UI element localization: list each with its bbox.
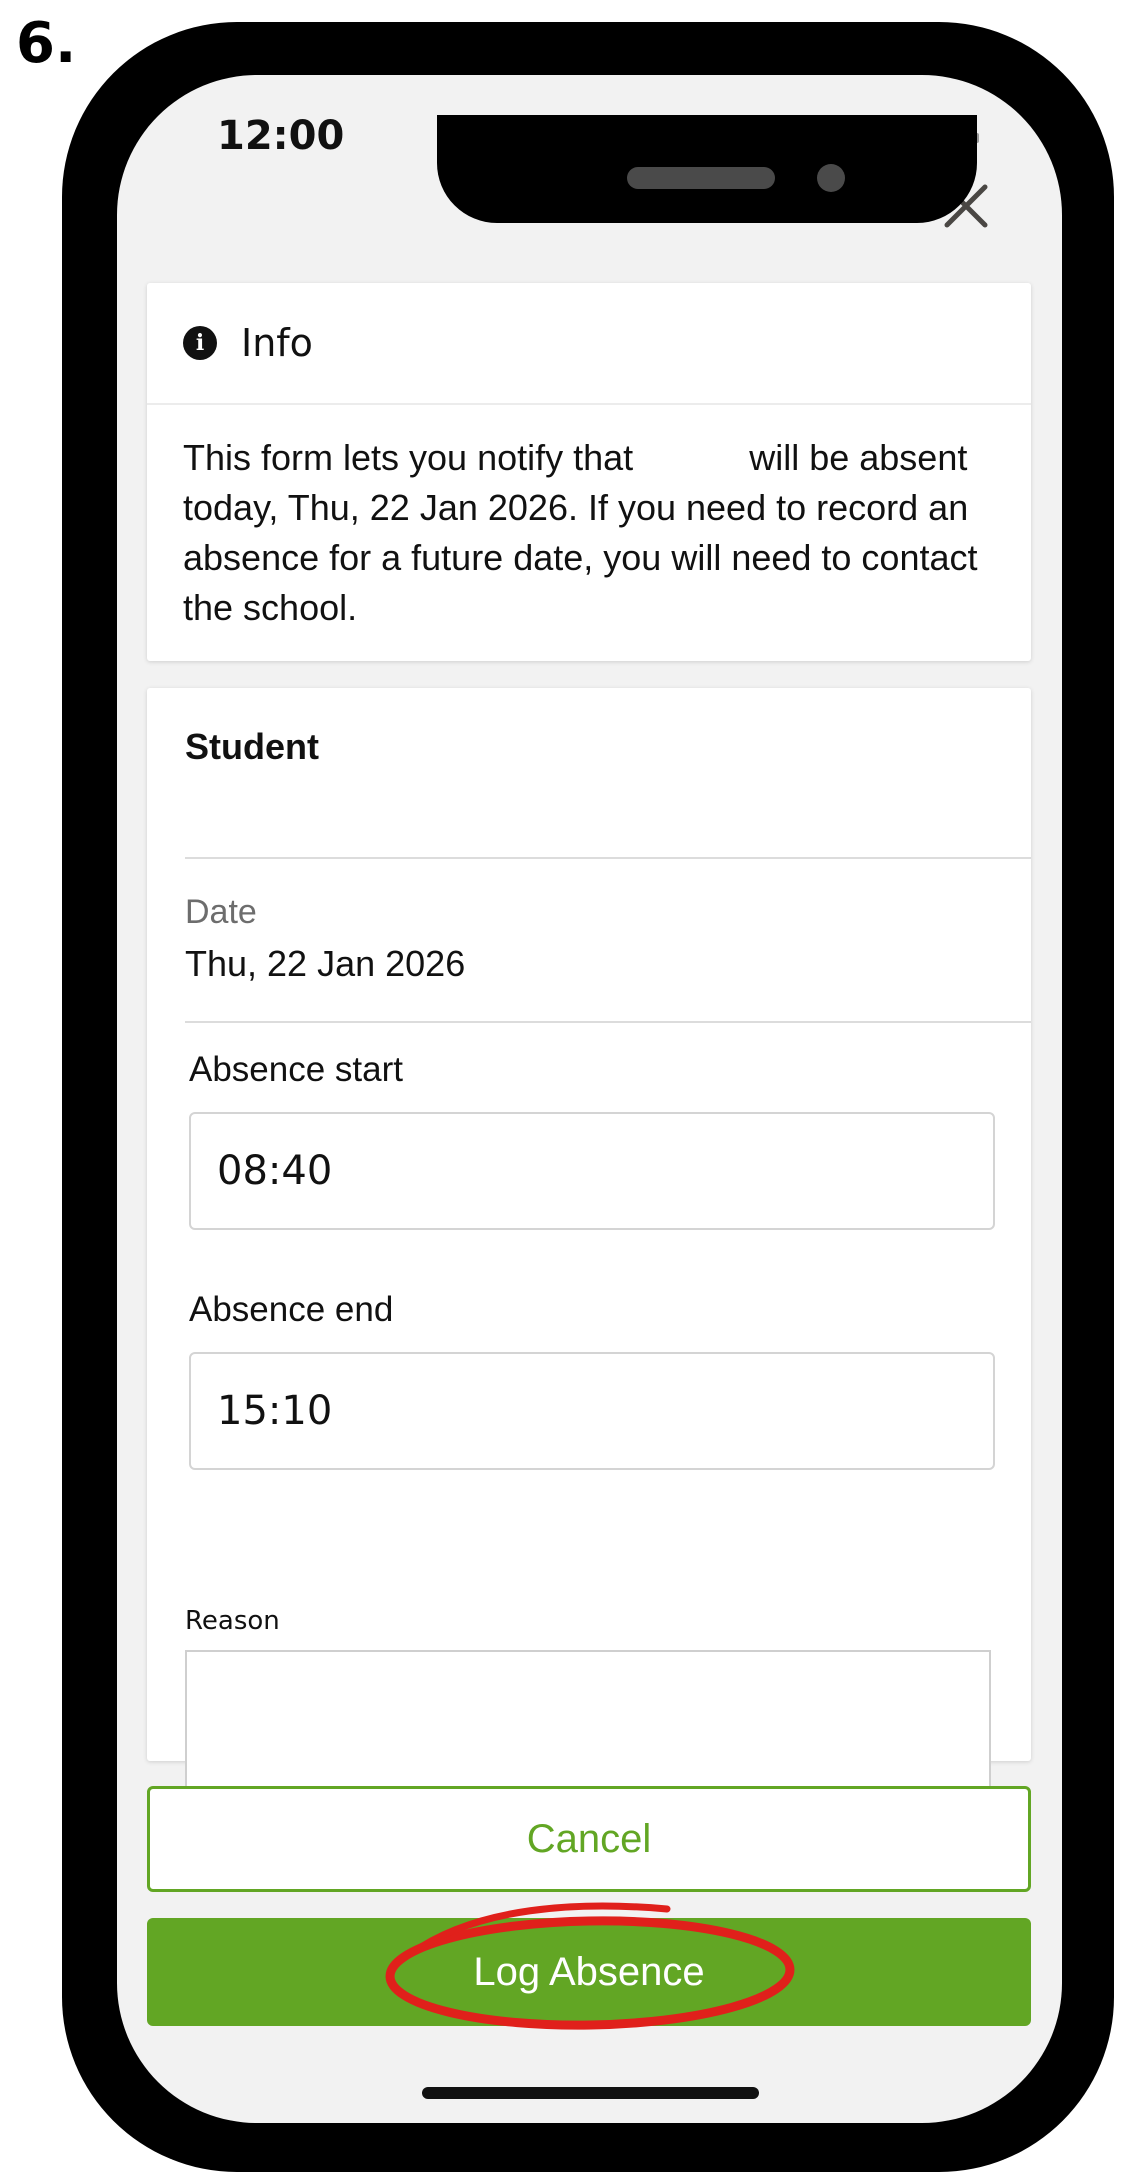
absence-form-card: Student Date Thu, 22 Jan 2026 Absence st… bbox=[147, 688, 1031, 1794]
cancel-button[interactable]: Cancel bbox=[147, 1786, 1031, 1892]
home-indicator bbox=[422, 2087, 759, 2099]
phone-screen: 12:00 5G 41 i Info This form lets you no… bbox=[117, 75, 1062, 2123]
divider bbox=[185, 857, 1031, 859]
info-card: i Info This form lets you notify that wi… bbox=[147, 283, 1031, 661]
absence-end-input[interactable]: 15:10 bbox=[189, 1352, 995, 1470]
absence-end-label: Absence end bbox=[189, 1290, 394, 1329]
phone-notch bbox=[437, 115, 977, 223]
step-number: 6. bbox=[16, 11, 77, 76]
info-title: Info bbox=[241, 321, 313, 365]
info-message-start: This form lets you notify that bbox=[183, 437, 634, 478]
absence-start-input[interactable]: 08:40 bbox=[189, 1112, 995, 1230]
reason-label: Reason bbox=[185, 1606, 280, 1636]
date-label: Date bbox=[185, 893, 257, 931]
info-circle-icon: i bbox=[183, 326, 217, 360]
log-absence-button[interactable]: Log Absence bbox=[147, 1918, 1031, 2026]
absence-start-label: Absence start bbox=[189, 1050, 403, 1089]
info-message: This form lets you notify that will be a… bbox=[147, 405, 1031, 633]
status-time: 12:00 bbox=[217, 113, 345, 159]
reason-textarea[interactable] bbox=[185, 1650, 991, 1794]
speaker-grille bbox=[627, 167, 775, 189]
date-value: Thu, 22 Jan 2026 bbox=[185, 943, 466, 984]
info-header: i Info bbox=[147, 283, 1031, 405]
front-camera bbox=[817, 164, 845, 192]
absence-end-value: 15:10 bbox=[217, 1388, 333, 1434]
divider bbox=[185, 1021, 1031, 1023]
absence-start-value: 08:40 bbox=[217, 1148, 333, 1194]
student-label: Student bbox=[185, 726, 319, 767]
